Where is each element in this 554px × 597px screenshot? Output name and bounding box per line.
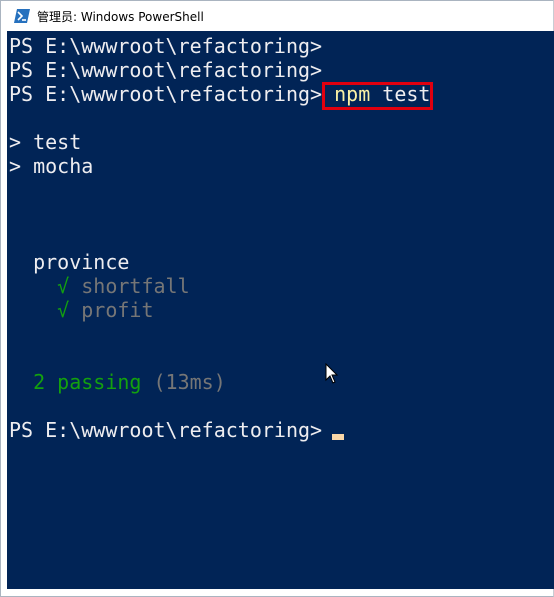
- mouse-pointer-icon: [325, 363, 339, 384]
- suite-label: province: [33, 250, 130, 274]
- passing-count: 2 passing: [33, 370, 142, 394]
- text-cursor: [332, 434, 344, 440]
- title-bar[interactable]: 管理员: Windows PowerShell: [1, 1, 553, 31]
- powershell-icon: [14, 9, 30, 23]
- console-area[interactable]: PS E:\wwwroot\refactoring> PS E:\wwwroot…: [7, 31, 554, 589]
- check-icon: √: [57, 298, 70, 322]
- check-icon: √: [57, 274, 70, 298]
- test-name-2: profit: [81, 298, 154, 322]
- prompt-line-2: PS E:\wwwroot\refactoring>: [9, 58, 323, 82]
- command-highlight-box: [322, 82, 433, 110]
- powershell-window: 管理员: Windows PowerShell PS E:\wwwroot\re…: [0, 0, 554, 597]
- suite-name: province: [9, 250, 129, 274]
- prompt-line-1: PS E:\wwwroot\refactoring>: [9, 34, 323, 58]
- duration: (13ms): [153, 370, 226, 394]
- test-result-1: √ shortfall: [9, 274, 190, 298]
- final-prompt: PS E:\wwwroot\refactoring>: [9, 418, 323, 442]
- test-result-2: √ profit: [9, 298, 154, 322]
- summary-line: 2 passing (13ms): [9, 370, 226, 394]
- prompt-text: PS E:\wwwroot\refactoring>: [9, 82, 323, 106]
- output-mocha: > mocha: [9, 154, 94, 178]
- window-title: 管理员: Windows PowerShell: [37, 9, 204, 24]
- output-test: > test: [9, 130, 82, 154]
- test-name-1: shortfall: [81, 274, 190, 298]
